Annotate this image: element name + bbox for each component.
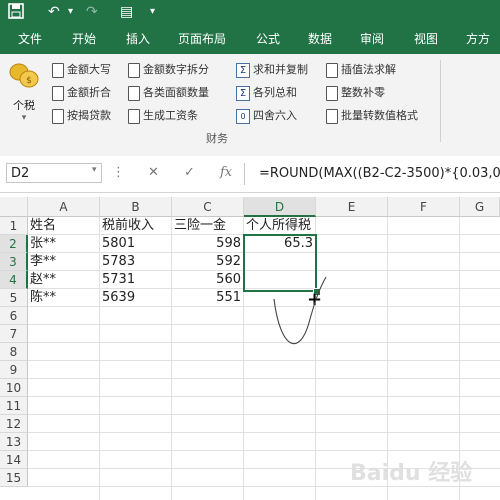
row-header[interactable]: 8 <box>0 343 28 361</box>
ribbon-tabs: 文件 开始 插入 页面布局 公式 数据 审阅 视图 方方格 <box>0 24 500 76</box>
btn-pad-zero[interactable]: 整数补零 <box>326 83 385 103</box>
save-icon[interactable] <box>8 3 24 24</box>
title-bar: ↶ ▾ ↷ ▤ ▾ <box>0 0 500 24</box>
column-header-d[interactable]: D <box>244 197 316 217</box>
cell-a4[interactable]: 赵** <box>28 271 100 289</box>
row-header[interactable]: 15 <box>0 469 28 487</box>
formula-bar: D2 ▾ ⋮ ✕ ✓ fx =ROUND(MAX((B2-C2-3500)*{0… <box>0 156 500 193</box>
row-header[interactable]: 14 <box>0 451 28 469</box>
cell-b5[interactable]: 5639 <box>100 289 172 307</box>
enter-icon[interactable]: ✓ <box>184 165 195 180</box>
btn-amount-split[interactable]: 金额数字拆分 <box>128 60 209 80</box>
row-header[interactable]: 1 <box>0 217 28 235</box>
cell-b1[interactable]: 税前收入 <box>100 217 172 235</box>
cell-d1[interactable]: 个人所得税 <box>244 217 334 235</box>
cell-c4[interactable]: 560 <box>172 271 244 289</box>
bookmark-icon <box>52 62 64 78</box>
btn-round-half[interactable]: 0 四舍六入 <box>236 106 297 126</box>
cell-b2[interactable]: 5801 <box>100 235 172 253</box>
bookmark-icon <box>52 108 64 124</box>
sigma-icon: Σ <box>236 85 250 101</box>
row-header[interactable]: 3 <box>0 253 28 271</box>
bookmark-icon <box>128 62 140 78</box>
cell-d2[interactable]: 65.3 <box>244 235 316 253</box>
btn-amount-convert[interactable]: 金额折合 <box>52 83 111 103</box>
btn-column-sum[interactable]: Σ 各列总和 <box>236 83 297 103</box>
btn-interpolation[interactable]: 插值法求解 <box>326 60 396 80</box>
row-header[interactable]: 9 <box>0 361 28 379</box>
select-all-corner[interactable] <box>0 197 28 217</box>
row-header[interactable]: 6 <box>0 307 28 325</box>
more-icon: ⋮ <box>112 165 125 180</box>
row-header[interactable]: 5 <box>0 289 28 307</box>
tax-button[interactable]: $ 个税 ▾ <box>6 62 42 126</box>
sigma-icon: Σ <box>236 62 250 78</box>
row-header[interactable]: 7 <box>0 325 28 343</box>
watermark: Baidu 经验 <box>350 461 473 486</box>
tab-view[interactable]: 视图 <box>414 24 438 54</box>
cell-a5[interactable]: 陈** <box>28 289 100 307</box>
drag-arrow-annotation <box>273 276 327 345</box>
tab-insert[interactable]: 插入 <box>126 24 150 54</box>
name-box[interactable]: D2 <box>6 163 102 183</box>
redo-icon[interactable]: ↷ <box>86 3 98 21</box>
row-header[interactable]: 2 <box>0 235 28 253</box>
svg-text:$: $ <box>26 76 32 86</box>
btn-batch-to-number[interactable]: 批量转数值格式 <box>326 106 418 126</box>
column-header-g[interactable]: G <box>460 197 500 217</box>
row-header[interactable]: 11 <box>0 397 28 415</box>
row-header[interactable]: 10 <box>0 379 28 397</box>
bookmark-icon <box>326 62 338 78</box>
form-icon[interactable]: ▤ <box>120 3 133 21</box>
tab-data[interactable]: 数据 <box>308 24 332 54</box>
undo-icon[interactable]: ↶ <box>48 3 60 21</box>
btn-mortgage[interactable]: 按揭贷款 <box>52 106 111 126</box>
tax-button-label: 个税 <box>13 99 35 112</box>
undo-dropdown-icon[interactable]: ▾ <box>68 3 73 21</box>
customize-icon[interactable]: ▾ <box>150 3 155 21</box>
group-separator <box>440 60 441 142</box>
bookmark-icon <box>326 85 338 101</box>
tab-page-layout[interactable]: 页面布局 <box>178 24 226 54</box>
tab-fangfang[interactable]: 方方格 <box>466 24 500 76</box>
btn-amount-uppercase[interactable]: 金额大写 <box>52 60 111 80</box>
cell-c5[interactable]: 551 <box>172 289 244 307</box>
column-header-b[interactable]: B <box>100 197 172 217</box>
column-header-f[interactable]: F <box>388 197 460 217</box>
cell-c3[interactable]: 592 <box>172 253 244 271</box>
column-header-e[interactable]: E <box>316 197 388 217</box>
column-header-c[interactable]: C <box>172 197 244 217</box>
cell-c2[interactable]: 598 <box>172 235 244 253</box>
number-icon: 0 <box>236 108 250 124</box>
coins-icon: $ <box>9 63 39 88</box>
btn-payslip[interactable]: 生成工资条 <box>128 106 198 126</box>
bookmark-icon <box>52 85 64 101</box>
tab-formulas[interactable]: 公式 <box>256 24 280 54</box>
ribbon: $ 个税 ▾ 金额大写 金额折合 按揭贷款 金额数字拆分 各类面额数量 生成工资… <box>0 54 500 157</box>
cell-a1[interactable]: 姓名 <box>28 217 100 235</box>
bookmark-icon <box>128 108 140 124</box>
group-label-finance: 财务 <box>206 132 228 145</box>
cell-b3[interactable]: 5783 <box>100 253 172 271</box>
tab-home[interactable]: 开始 <box>72 24 96 54</box>
cancel-icon[interactable]: ✕ <box>148 165 159 180</box>
bookmark-icon <box>128 85 140 101</box>
tab-file[interactable]: 文件 <box>18 24 42 54</box>
cell-c1[interactable]: 三险一金 <box>172 217 244 235</box>
row-header[interactable]: 12 <box>0 415 28 433</box>
tab-review[interactable]: 审阅 <box>360 24 384 54</box>
formula-input[interactable]: =ROUND(MAX((B2-C2-3500)*{0.03,0 <box>244 163 500 185</box>
bookmark-icon <box>326 108 338 124</box>
row-header[interactable]: 4 <box>0 271 28 289</box>
btn-denomination-count[interactable]: 各类面额数量 <box>128 83 209 103</box>
cell-a2[interactable]: 张** <box>28 235 100 253</box>
chevron-down-icon: ▾ <box>21 113 27 123</box>
name-box-dropdown-icon[interactable]: ▾ <box>92 165 97 175</box>
column-header-a[interactable]: A <box>28 197 100 217</box>
row-header[interactable]: 13 <box>0 433 28 451</box>
cell-b4[interactable]: 5731 <box>100 271 172 289</box>
insert-function-icon[interactable]: fx <box>220 165 232 180</box>
btn-sum-copy[interactable]: Σ 求和并复制 <box>236 60 308 80</box>
cell-a3[interactable]: 李** <box>28 253 100 271</box>
